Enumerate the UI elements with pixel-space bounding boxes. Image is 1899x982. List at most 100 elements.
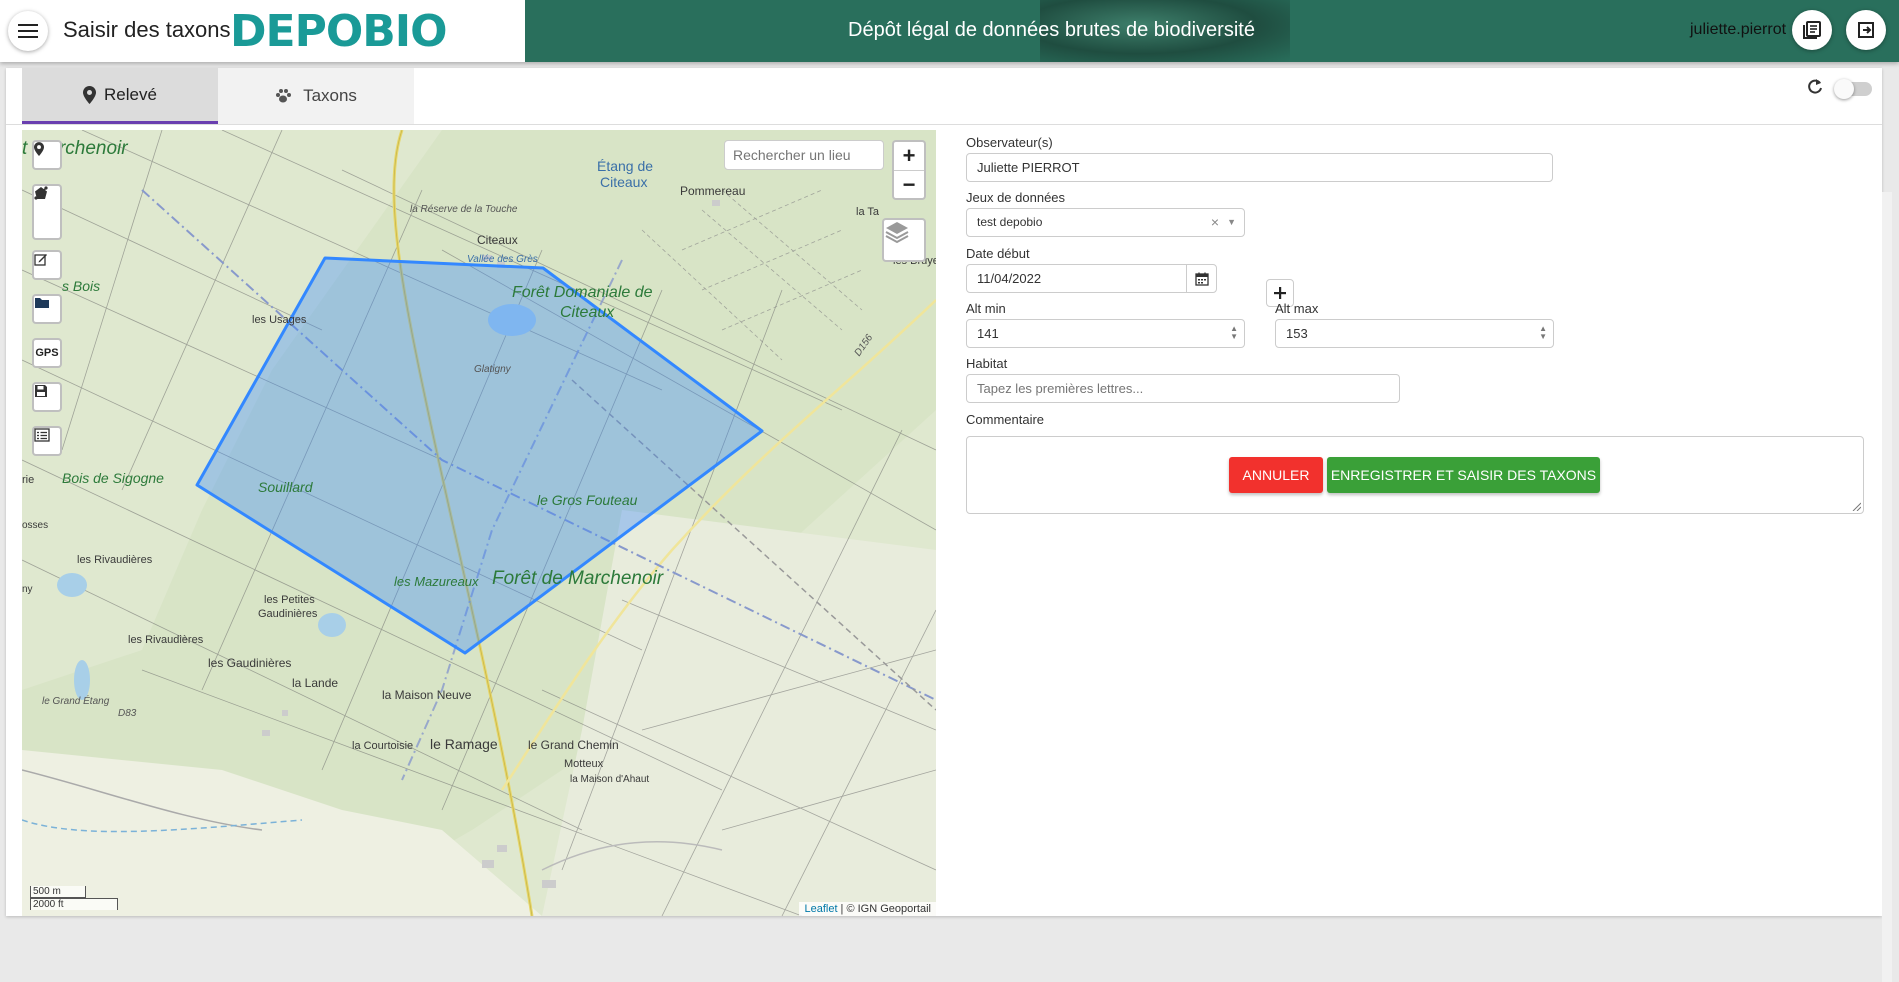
chevron-down-icon[interactable]: ▼ xyxy=(1227,214,1236,230)
map-label: Motteux xyxy=(564,758,604,770)
alt-max-spinner[interactable]: ▲ ▼ xyxy=(1539,325,1547,341)
layers-button[interactable] xyxy=(882,218,926,262)
map-label: D83 xyxy=(118,708,137,719)
map-label: Étang de xyxy=(597,158,654,174)
map-label: le Ramage xyxy=(430,736,498,752)
documentation-button[interactable] xyxy=(1792,10,1832,50)
map-label: les Rivaudières xyxy=(128,634,204,646)
tab-releve[interactable]: Relevé xyxy=(22,68,218,124)
map-label: les Usages xyxy=(252,314,307,326)
date-input[interactable]: 11/04/2022 xyxy=(966,264,1217,293)
floppy-disk-icon xyxy=(35,385,47,397)
zoom-in-button[interactable]: + xyxy=(894,142,924,170)
map-label: Gaudinières xyxy=(258,608,318,620)
map-label: la Maison Neuve xyxy=(382,688,472,702)
alt-max-label: Alt max xyxy=(1275,301,1319,316)
paw-icon xyxy=(276,89,292,103)
leaflet-link[interactable]: Leaflet xyxy=(804,903,837,915)
jeux-select[interactable]: test depobio × ▼ xyxy=(966,208,1245,237)
habitat-label: Habitat xyxy=(966,356,1008,371)
layers-icon xyxy=(885,222,909,244)
app-title: Saisir des taxons xyxy=(63,17,231,42)
page-scrollbar[interactable] xyxy=(1882,192,1892,982)
map-label: la Lande xyxy=(292,676,339,690)
tab-bar: Relevé Taxons xyxy=(22,68,414,124)
map-label: s Bois xyxy=(62,278,101,294)
map-label: Glatigny xyxy=(474,364,511,375)
app-header: Saisir des taxons DEPOBIO Dépôt légal de… xyxy=(0,0,1899,62)
depobio-logo: DEPOBIO xyxy=(230,6,448,57)
gps-button[interactable]: GPS xyxy=(32,338,62,368)
map-label: Citeaux xyxy=(560,304,615,321)
scale-imperial: 2000 ft xyxy=(30,898,118,910)
map-label: la Courtoisie xyxy=(352,740,414,752)
save-geometry-button[interactable] xyxy=(32,382,62,412)
alt-max-value: 153 xyxy=(1286,326,1308,341)
map-label: rie xyxy=(22,474,35,486)
map-label: Souillard xyxy=(258,479,313,495)
jeux-label: Jeux de données xyxy=(966,190,1066,205)
map-label: ny xyxy=(22,584,33,595)
calendar-icon xyxy=(1194,272,1209,286)
releve-form: Observateur(s) Juliette PIERROT Jeux de … xyxy=(966,130,1866,570)
clear-icon[interactable]: × xyxy=(1211,214,1219,230)
mode-toggle[interactable] xyxy=(1834,79,1872,99)
habitat-input[interactable] xyxy=(966,374,1400,403)
cancel-button[interactable]: ANNULER xyxy=(1229,457,1323,493)
folder-icon xyxy=(35,298,49,308)
alt-min-label: Alt min xyxy=(966,301,1006,316)
refresh-button[interactable] xyxy=(1806,78,1824,101)
plus-icon xyxy=(1274,287,1286,299)
save-and-add-taxa-button[interactable]: ENREGISTRER ET SAISIR DES TAXONS xyxy=(1327,457,1600,493)
map-label: Forêt de Marchenoir xyxy=(492,568,664,589)
draw-marker-button[interactable] xyxy=(32,140,62,170)
tab-taxons[interactable]: Taxons xyxy=(218,68,414,124)
username: juliette.pierrot xyxy=(1690,21,1787,38)
map-label: Pommereau xyxy=(680,184,746,198)
open-file-button[interactable] xyxy=(32,294,62,324)
polygon-icon xyxy=(35,187,47,199)
zoom-control: + − xyxy=(892,140,926,200)
map-label: la Réserve de la Touche xyxy=(410,204,518,215)
map-label: osses xyxy=(22,520,49,531)
menu-button[interactable] xyxy=(8,11,48,51)
tab-taxons-label: Taxons xyxy=(303,86,357,105)
date-label: Date début xyxy=(966,246,1030,261)
map-label: le Gros Fouteau xyxy=(537,492,638,508)
map-label: les Gaudinières xyxy=(208,656,292,670)
observateurs-label: Observateur(s) xyxy=(966,135,1053,150)
map-label: Citeaux xyxy=(477,233,518,247)
map-label: la Ta xyxy=(856,206,880,218)
map-label: les Petites xyxy=(264,594,315,606)
map-base-layer xyxy=(22,130,936,916)
map-attribution: Leaflet | © IGN Geoportail xyxy=(799,902,936,916)
logout-button[interactable] xyxy=(1846,10,1886,50)
map-scale: 500 m 2000 ft xyxy=(30,886,118,910)
banner-title: Dépôt légal de données brutes de biodive… xyxy=(848,19,1255,41)
date-value: 11/04/2022 xyxy=(977,271,1042,286)
alt-max-input[interactable]: 153 ▲ ▼ xyxy=(1275,319,1554,348)
calendar-button[interactable] xyxy=(1186,265,1216,292)
resize-handle-icon[interactable] xyxy=(1851,501,1861,511)
draw-shape-group xyxy=(32,184,62,240)
alt-min-spinner[interactable]: ▲ ▼ xyxy=(1230,325,1238,341)
map-search-input[interactable] xyxy=(724,140,884,170)
edit-layers-button[interactable] xyxy=(32,250,62,280)
scale-metric: 500 m xyxy=(30,886,86,898)
layer-list-button[interactable] xyxy=(32,426,62,456)
zoom-out-button[interactable]: − xyxy=(894,170,924,198)
map-label: la Maison d'Ahaut xyxy=(570,774,650,785)
commentaire-label: Commentaire xyxy=(966,412,1045,427)
map-label: les Rivaudières xyxy=(77,554,153,566)
edit-icon xyxy=(34,254,47,266)
tabs-divider xyxy=(6,124,1882,125)
refresh-icon xyxy=(1808,79,1822,94)
map-label: le Grand Chemin xyxy=(528,738,619,752)
map-view[interactable]: t Marchenoir Étang de Citeaux Pommereau … xyxy=(22,130,936,916)
observateurs-field[interactable]: Juliette PIERROT xyxy=(966,153,1553,182)
jeux-selected-value: test depobio xyxy=(977,215,1043,229)
main-card: Relevé Taxons t Marchenoir Étang de Cite… xyxy=(6,68,1892,982)
alt-min-input[interactable]: 141 ▲ ▼ xyxy=(966,319,1245,348)
map-marker-icon xyxy=(83,85,97,104)
tab-releve-label: Relevé xyxy=(104,84,157,104)
